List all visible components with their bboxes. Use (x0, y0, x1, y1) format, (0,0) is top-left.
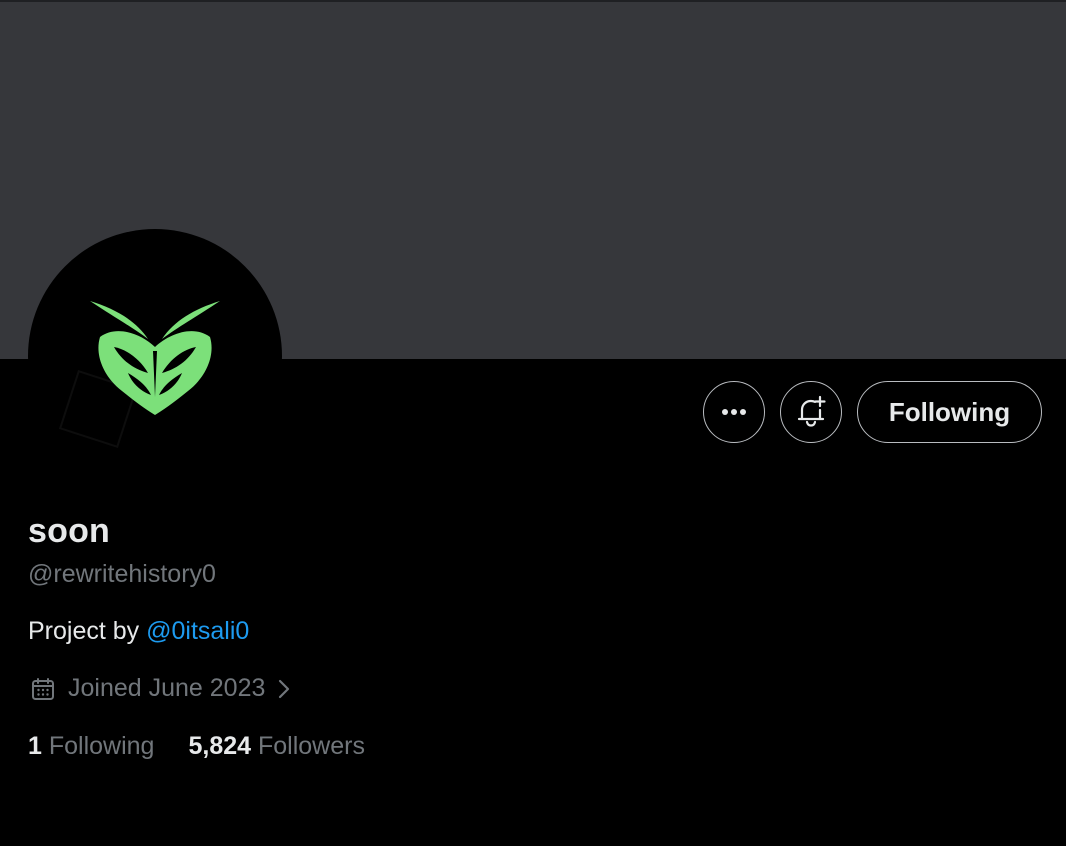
bio-mention-link[interactable]: @0itsali0 (146, 617, 249, 645)
followers-label: Followers (257, 732, 365, 760)
following-count: 1 (28, 732, 42, 760)
profile-bio: Project by @0itsali0 (28, 617, 249, 646)
avatar[interactable] (28, 229, 282, 483)
following-stat-link[interactable]: 1 Following (28, 732, 154, 761)
following-label: Following (48, 732, 155, 760)
bell-plus-icon (797, 395, 826, 427)
display-name: soon (28, 512, 111, 550)
more-horizontal-icon (722, 409, 746, 415)
chevron-right-icon (277, 678, 291, 700)
followers-stat-link[interactable]: 5,824 Followers (188, 732, 365, 761)
follow-stats: 1 Following 5,824 Followers (28, 732, 365, 761)
joined-date[interactable]: Joined June 2023 (30, 674, 291, 703)
following-button[interactable]: Following (857, 381, 1042, 443)
profile-actions: Following (703, 381, 1042, 443)
joined-label: Joined June 2023 (68, 674, 266, 702)
more-button[interactable] (703, 381, 765, 443)
notifications-button[interactable] (780, 381, 842, 443)
bio-text: Project by (28, 617, 147, 645)
calendar-icon (30, 676, 56, 702)
followers-count: 5,824 (188, 732, 252, 760)
mantis-logo-icon (58, 301, 220, 449)
profile-handle: @rewritehistory0 (28, 560, 216, 588)
